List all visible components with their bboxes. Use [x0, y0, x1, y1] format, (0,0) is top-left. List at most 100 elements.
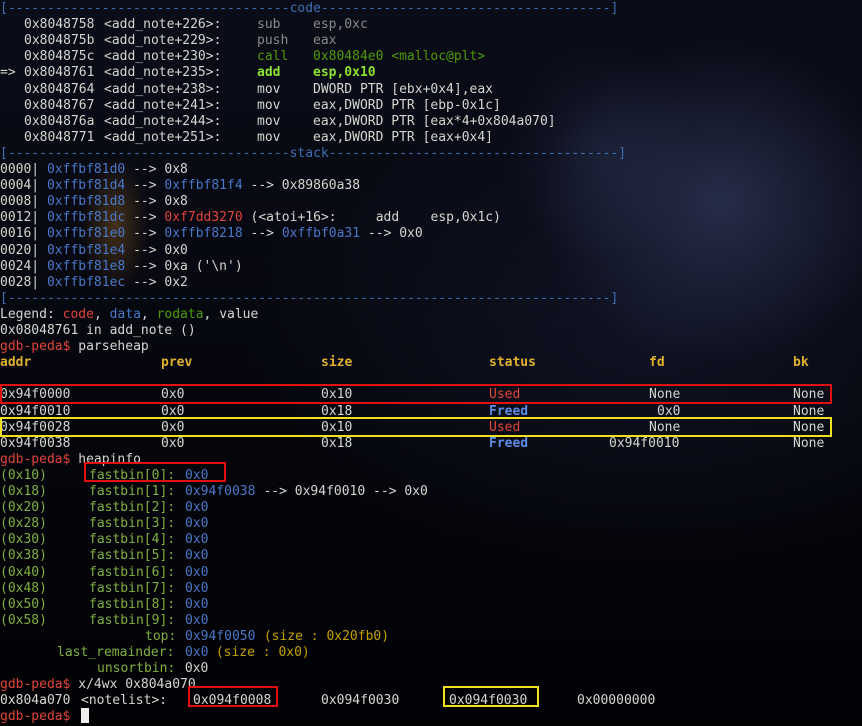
chunk-addr: 0x94f0038 [0, 435, 71, 451]
stack-value: 0xf7dd3270 [164, 210, 243, 226]
prompt-line: gdb-peda$ [0, 709, 70, 725]
instruction-mnemonic: add [257, 65, 281, 81]
prompt-line: gdb-peda$ x/4wx 0x804a070 [0, 677, 196, 693]
fastbin-chain: --> 0x94f0010 --> 0x0 [255, 484, 428, 499]
stack-value: 0xffbf8218 [164, 226, 243, 242]
unsortbin-value: 0x0 [177, 661, 209, 677]
heap-header-size: size [321, 355, 353, 371]
instruction-operands: eax [313, 33, 337, 49]
stack-value: --> [242, 226, 282, 242]
fastbin-name: fastbin[9]: [89, 612, 176, 628]
stack-value: (<atoi+16>: add esp,0x1c) [242, 210, 501, 226]
fastbin-name: fastbin[1]: [89, 484, 176, 499]
code-separator: [------------------------------------cod… [0, 1, 618, 17]
fastbin-name: fastbin[8]: [89, 596, 176, 612]
stack-value: --> 0x8 [125, 162, 188, 177]
chunk-bk: None [793, 435, 825, 451]
instruction-symbol: <add_note+230>: [104, 49, 222, 65]
highlight-box-fastbin0 [84, 462, 226, 482]
instruction-address: 0x8048764 [24, 81, 95, 97]
end-separator-text: [---------------------------------------… [0, 290, 619, 306]
heap-header-prev: prev [161, 355, 193, 371]
current-instruction-arrow: => [0, 65, 16, 81]
gdb-prompt: gdb-peda$ [0, 677, 71, 693]
stack-value: --> [125, 178, 165, 194]
instruction-address: 0x804876a [24, 113, 95, 129]
instruction-mnemonic: mov [257, 129, 281, 145]
last-remainder-label: last_remainder: [57, 645, 175, 660]
chunk-fd: 0x94f0010 [609, 435, 680, 451]
stack-value: --> 0x89860a38 [242, 178, 361, 194]
stack-line: 0012| 0xffbf81dc --> 0xf7dd3270 (<atoi+1… [0, 210, 501, 226]
legend-code: code [62, 306, 94, 322]
instruction-mnemonic: mov [257, 97, 281, 113]
comma: , [93, 306, 110, 322]
fastbin-size: (0x38) [0, 548, 47, 564]
stack-line: 0000| 0xffbf81d0 --> 0x8 [0, 162, 188, 178]
chunk-prev: 0x0 [161, 435, 185, 451]
fastbin-head: 0x0 [185, 516, 209, 532]
fastbin-size: (0x58) [0, 612, 47, 628]
legend-rodata: rodata [156, 306, 204, 322]
fastbin-head: 0x94f0038 [185, 484, 256, 499]
stack-offset: 0012| [0, 210, 40, 226]
stack-value: --> 0xa ('\n') [125, 258, 243, 274]
legend-label: Legend: [0, 306, 63, 322]
memdump-word: 0x00000000 [577, 693, 656, 709]
stack-line: 0008| 0xffbf81d8 --> 0x8 [0, 194, 188, 210]
heap-header-bk: bk [793, 355, 809, 371]
highlight-box-chunk-0 [0, 384, 832, 404]
fastbin-head: 0x0 [185, 548, 209, 564]
stack-line: 0024| 0xffbf81e8 --> 0xa ('\n') [0, 259, 243, 275]
gdb-prompt: gdb-peda$ [0, 339, 71, 355]
stack-value: 0xffbf0a31 [281, 226, 361, 242]
stack-offset: 0020| [0, 242, 40, 258]
stack-value: --> 0x2 [125, 274, 188, 290]
instruction-symbol: <add_note+229>: [104, 33, 222, 49]
instruction-symbol: <add_note+244>: [104, 113, 222, 129]
instruction-symbol: <add_note+241>: [104, 97, 222, 113]
stack-value: --> 0x0 [360, 226, 423, 242]
instruction-operands: eax,DWORD PTR [eax+0x4] [313, 129, 494, 145]
stack-address: 0xffbf81d4 [46, 178, 126, 194]
stack-address: 0xffbf81e0 [46, 226, 126, 242]
heap-header-status: status [489, 355, 536, 371]
instruction-mnemonic: push [257, 33, 289, 49]
instruction-symbol: <add_note+235>: [104, 65, 222, 81]
stack-address: 0xffbf81dc [46, 210, 126, 226]
code-separator-text: [------------------------------------cod… [0, 1, 619, 16]
fastbin-size: (0x50) [0, 596, 47, 612]
heap-header-fd: fd [649, 355, 665, 371]
memdump-symbol: <notelist>: [81, 693, 168, 709]
unsortbin-label: unsortbin: [97, 661, 176, 677]
instruction-mnemonic: mov [257, 81, 281, 97]
instruction-address: 0x8048761 [24, 65, 95, 81]
instruction-address: 0x8048771 [24, 129, 95, 145]
instruction-symbol: <add_note+226>: [104, 17, 222, 33]
stack-value: --> 0x8 [125, 194, 188, 210]
comma: , [140, 306, 157, 322]
top-addr: 0x94f0050 [185, 628, 256, 644]
stack-separator: [------------------------------------sta… [0, 146, 626, 162]
gdb-prompt: gdb-peda$ [0, 451, 71, 467]
stack-line: 0004| 0xffbf81d4 --> 0xffbf81f4 --> 0x89… [0, 178, 360, 194]
fastbin-size: (0x48) [0, 580, 47, 596]
terminal-cursor [81, 708, 89, 723]
memdump-addr: 0x804a070 [0, 693, 71, 709]
instruction-mnemonic: mov [257, 113, 281, 129]
instruction-operands: eax,DWORD PTR [ebp-0x1c] [313, 97, 501, 113]
stack-offset: 0016| [0, 226, 40, 242]
stack-value: --> [125, 210, 165, 226]
fastbin-size: (0x20) [0, 500, 47, 516]
fastbin-head: 0x0 [185, 500, 209, 516]
last-remainder-size: (size : 0x0) [208, 645, 310, 660]
fastbin-size: (0x18) [0, 484, 47, 499]
instruction-mnemonic: call [257, 49, 289, 65]
fastbin-name: fastbin[3]: [89, 516, 176, 532]
chunk-size: 0x18 [321, 435, 353, 451]
